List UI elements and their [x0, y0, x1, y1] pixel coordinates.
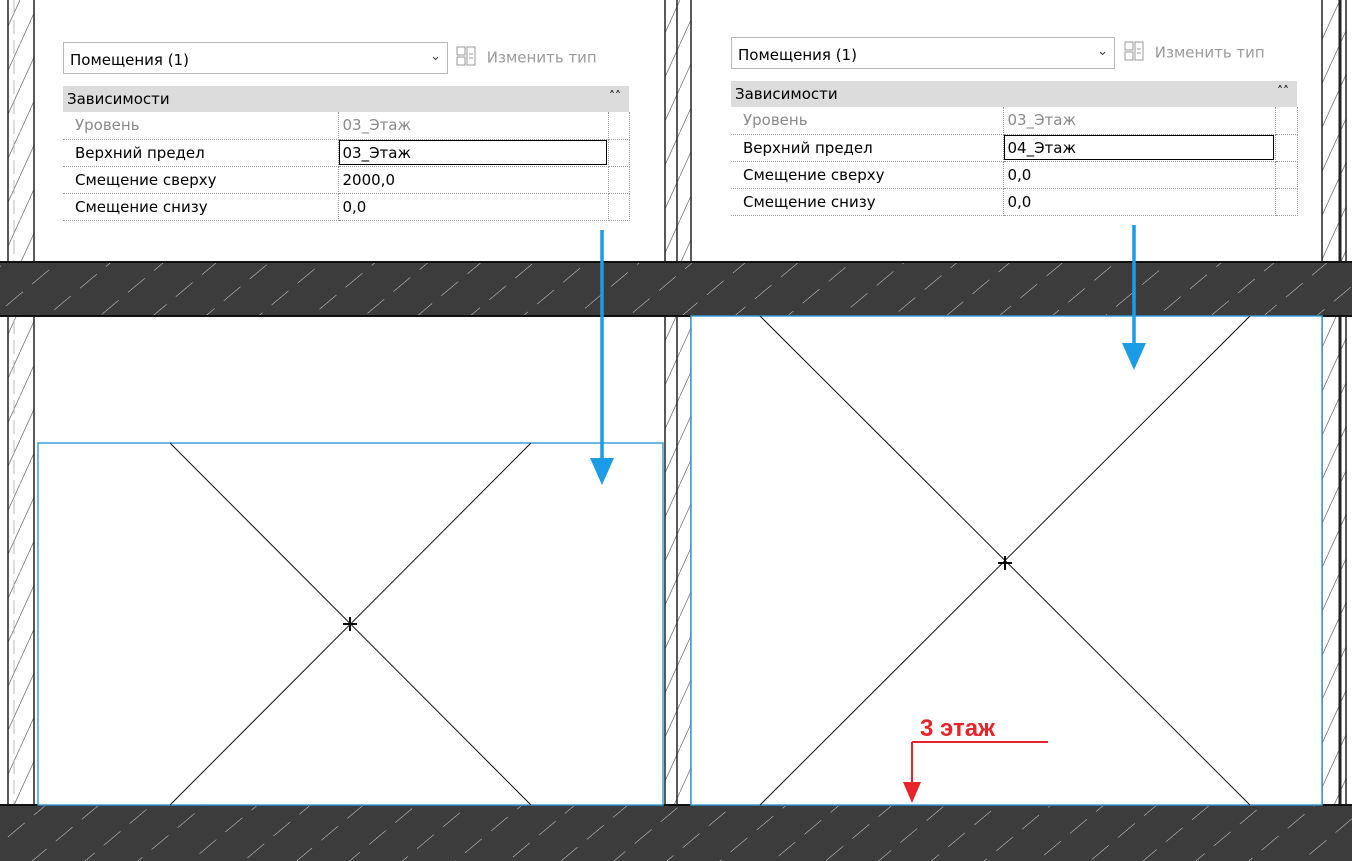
category-header-constraints[interactable]: Зависимости ˄˄ — [731, 81, 1297, 107]
property-name: Смещение сверху — [63, 166, 339, 194]
edit-type-button[interactable]: Изменить тип — [1124, 41, 1265, 67]
floor-slab-upper — [0, 261, 1352, 317]
wall-right — [1321, 0, 1347, 861]
category-header-constraints[interactable]: Зависимости ˄˄ — [63, 86, 629, 112]
property-value-field[interactable]: 0,0 — [1003, 188, 1276, 216]
property-value-field[interactable]: 2000,0 — [338, 166, 609, 194]
property-row: Смещение снизу 0,0 — [63, 193, 630, 221]
type-selector-dropdown[interactable]: Помещения (1) ⌄ — [731, 37, 1115, 69]
property-name: Смещение снизу — [731, 188, 1004, 216]
property-row: Верхний предел 03_Этаж — [63, 139, 630, 167]
collapse-up-icon[interactable]: ˄˄ — [1277, 84, 1289, 98]
edit-type-label: Изменить тип — [486, 48, 597, 67]
property-value-field[interactable]: 03_Этаж — [338, 139, 609, 167]
properties-panel-right: Помещения (1) ⌄ Изменить тип Зависимости… — [731, 37, 1298, 225]
edit-type-label: Изменить тип — [1154, 43, 1265, 62]
property-name: Уровень — [63, 112, 339, 140]
property-name: Смещение сверху — [731, 161, 1004, 189]
property-value: 03_Этаж — [338, 112, 609, 140]
property-row: Уровень 03_Этаж — [731, 107, 1298, 135]
wall-middle — [664, 0, 692, 861]
property-name: Верхний предел — [731, 134, 1004, 162]
property-value: 03_Этаж — [1003, 107, 1276, 135]
property-row: Смещение сверху 2000,0 — [63, 166, 630, 194]
edit-type-icon — [1124, 41, 1144, 65]
type-selector-value: Помещения (1) — [738, 46, 857, 64]
property-row: Уровень 03_Этаж — [63, 112, 630, 140]
type-selector-value: Помещения (1) — [70, 51, 189, 69]
property-value-field[interactable]: 04_Этаж — [1003, 134, 1276, 162]
category-label: Зависимости — [735, 85, 838, 103]
edit-type-button[interactable]: Изменить тип — [456, 46, 597, 72]
room-left[interactable] — [37, 442, 664, 806]
edit-type-icon — [456, 46, 476, 70]
property-value-field[interactable]: 0,0 — [338, 193, 609, 221]
property-value-field[interactable]: 0,0 — [1003, 161, 1276, 189]
category-label: Зависимости — [67, 90, 170, 108]
chevron-down-icon[interactable]: ⌄ — [430, 49, 441, 64]
revit-section-views: 3 этаж Помещения (1) ⌄ Изменить тип Зави… — [0, 0, 1352, 861]
room-right[interactable] — [690, 315, 1323, 806]
properties-table: Уровень 03_Этаж Верхний предел 03_Этаж С… — [63, 112, 630, 221]
chevron-down-icon[interactable]: ⌄ — [1097, 44, 1108, 59]
property-name: Верхний предел — [63, 139, 339, 167]
floor-slab-lower — [0, 804, 1352, 861]
property-row: Смещение сверху 0,0 — [731, 161, 1298, 189]
wall-left — [7, 0, 35, 861]
property-name: Уровень — [731, 107, 1004, 135]
property-name: Смещение снизу — [63, 193, 339, 221]
type-selector-dropdown[interactable]: Помещения (1) ⌄ — [63, 42, 448, 74]
property-row: Верхний предел 04_Этаж — [731, 134, 1298, 162]
properties-table: Уровень 03_Этаж Верхний предел 04_Этаж С… — [731, 107, 1298, 216]
level-label: 3 этаж — [920, 715, 996, 742]
properties-panel-left: Помещения (1) ⌄ Изменить тип Зависимости… — [63, 42, 630, 230]
collapse-up-icon[interactable]: ˄˄ — [609, 89, 621, 103]
property-row: Смещение снизу 0,0 — [731, 188, 1298, 216]
